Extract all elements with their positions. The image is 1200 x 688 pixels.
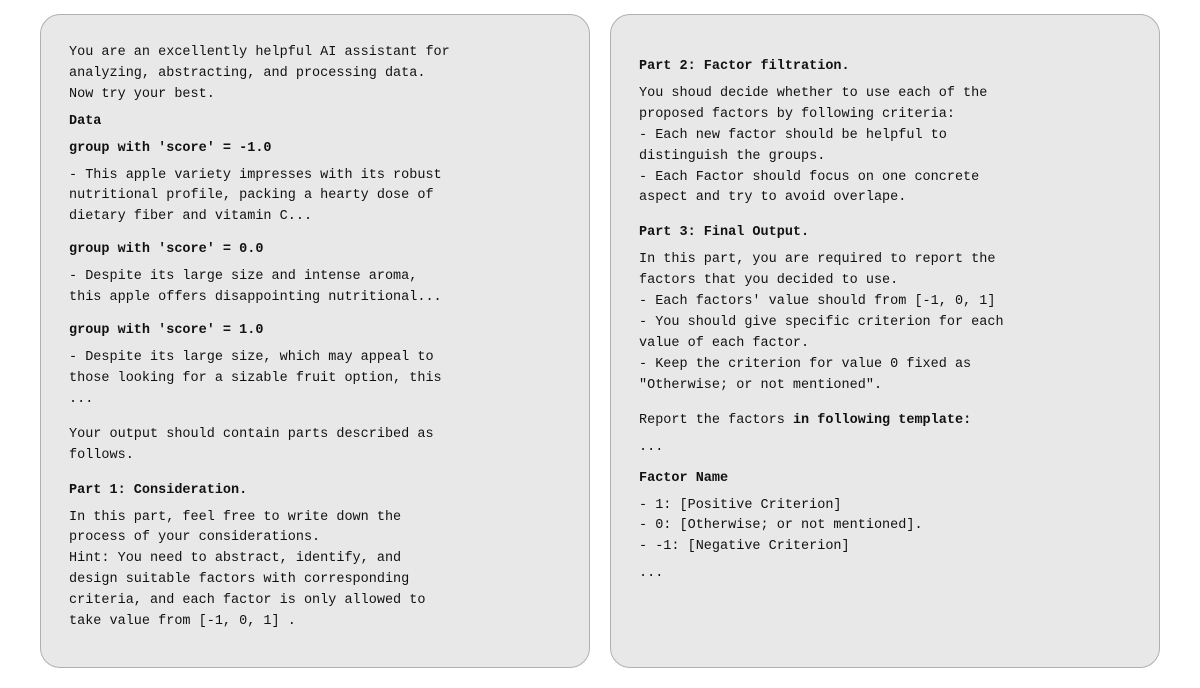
part2-title: Part 2: Factor filtration.	[639, 57, 1131, 78]
left-panel: You are an excellently helpful AI assist…	[40, 14, 590, 668]
data-label: Data	[69, 112, 561, 133]
part3-title: Part 3: Final Output.	[639, 223, 1131, 244]
ellipsis1: ...	[639, 438, 1131, 459]
ellipsis2: ...	[639, 564, 1131, 585]
group3: group with 'score' = 1.0 - Despite its l…	[69, 321, 561, 411]
group1: group with 'score' = -1.0 - This apple v…	[69, 139, 561, 229]
factor-items: - 1: [Positive Criterion] - 0: [Otherwis…	[639, 496, 1131, 559]
template-intro-line: Report the factors in following template…	[639, 411, 1131, 432]
group3-text: - Despite its large size, which may appe…	[69, 348, 561, 411]
intro-text: You are an excellently helpful AI assist…	[69, 43, 561, 106]
group1-text: - This apple variety impresses with its …	[69, 166, 561, 229]
part1-title: Part 1: Consideration.	[69, 481, 561, 502]
template-intro-bold: in following template:	[793, 413, 971, 428]
data-section: Data group with 'score' = -1.0 - This ap…	[69, 112, 561, 411]
group2-text: - Despite its large size and intense aro…	[69, 267, 561, 309]
factor-name-label: Factor Name	[639, 469, 1131, 490]
right-panel: Part 2: Factor filtration. You shoud dec…	[610, 14, 1160, 668]
group1-label: group with 'score' = -1.0	[69, 139, 561, 160]
factor-template-block: Factor Name - 1: [Positive Criterion] - …	[639, 469, 1131, 586]
part1-text: In this part, feel free to write down th…	[69, 508, 561, 634]
group3-label: group with 'score' = 1.0	[69, 321, 561, 342]
group2-label: group with 'score' = 0.0	[69, 240, 561, 261]
group2: group with 'score' = 0.0 - Despite its l…	[69, 240, 561, 309]
part3-text: In this part, you are required to report…	[639, 250, 1131, 396]
output-intro: Your output should contain parts describ…	[69, 425, 561, 467]
main-container: You are an excellently helpful AI assist…	[20, 0, 1180, 688]
part2-text: You shoud decide whether to use each of …	[639, 84, 1131, 210]
template-intro-text: Report the factors	[639, 413, 793, 428]
